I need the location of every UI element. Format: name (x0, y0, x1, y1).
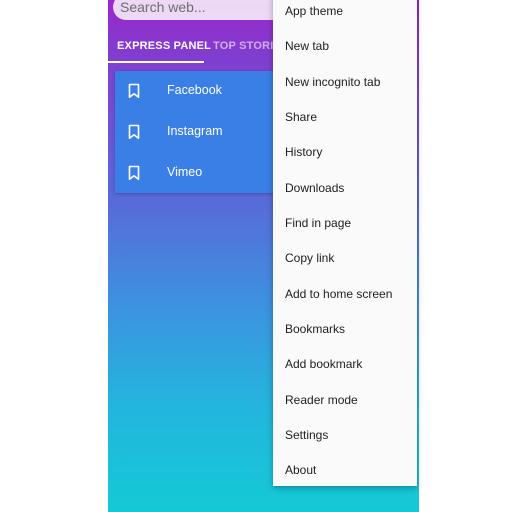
express-panel: Facebook Instagram Vimeo (115, 71, 285, 193)
menu-item-find-in-page[interactable]: Find in page (273, 206, 417, 241)
bookmark-icon (128, 124, 140, 140)
menu-item-add-bookmark[interactable]: Add bookmark (273, 347, 417, 382)
bookmark-label: Instagram (167, 124, 223, 138)
menu-item-add-to-home-screen[interactable]: Add to home screen (273, 277, 417, 312)
overflow-menu: App theme New tab New incognito tab Shar… (273, 0, 417, 486)
bookmark-icon (128, 83, 140, 99)
menu-item-downloads[interactable]: Downloads (273, 171, 417, 206)
menu-item-app-theme[interactable]: App theme (273, 0, 417, 29)
active-tab-indicator (108, 61, 204, 63)
menu-item-share[interactable]: Share (273, 100, 417, 135)
menu-item-history[interactable]: History (273, 135, 417, 170)
menu-item-settings[interactable]: Settings (273, 418, 417, 453)
bookmark-item-facebook[interactable]: Facebook (115, 71, 285, 112)
bookmark-icon (128, 165, 140, 181)
menu-item-copy-link[interactable]: Copy link (273, 241, 417, 276)
menu-item-about[interactable]: About (273, 453, 417, 488)
menu-item-reader-mode[interactable]: Reader mode (273, 383, 417, 418)
menu-item-bookmarks[interactable]: Bookmarks (273, 312, 417, 347)
tab-express-panel[interactable]: EXPRESS PANEL (117, 40, 211, 52)
menu-item-new-incognito-tab[interactable]: New incognito tab (273, 65, 417, 100)
bookmark-item-instagram[interactable]: Instagram (115, 112, 285, 153)
bookmark-item-vimeo[interactable]: Vimeo (115, 153, 285, 194)
bookmark-label: Facebook (167, 83, 222, 97)
menu-item-new-tab[interactable]: New tab (273, 29, 417, 64)
bookmark-label: Vimeo (167, 165, 203, 179)
